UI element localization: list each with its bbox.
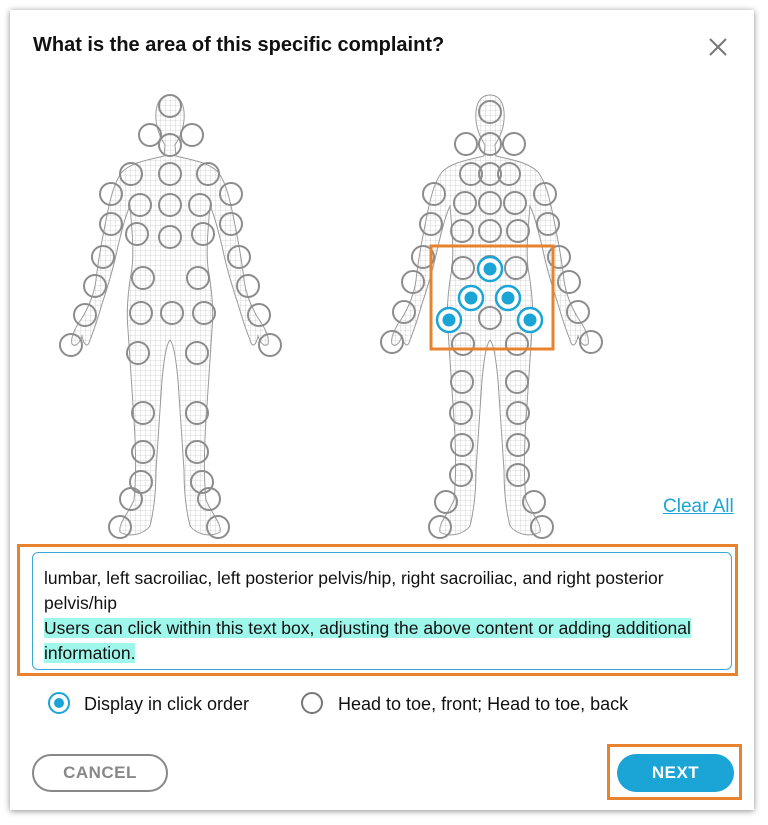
radio-click-order-label: Display in click order: [84, 694, 250, 714]
annotation-note: Users can click within this text box, ad…: [44, 618, 691, 663]
selected-region-marker[interactable]: [494, 284, 522, 312]
front-body-figure: [59, 94, 282, 539]
selected-region-marker[interactable]: [476, 255, 504, 283]
complaint-area-dialog: What is the area of this specific compla…: [10, 10, 754, 810]
back-body-figure: [380, 94, 603, 539]
next-button[interactable]: NEXT: [617, 754, 734, 792]
body-map: [10, 90, 754, 550]
selected-region-marker[interactable]: [435, 306, 463, 334]
close-icon[interactable]: [705, 34, 731, 60]
clear-all-link[interactable]: Clear All: [663, 496, 734, 518]
cancel-button[interactable]: CANCEL: [32, 754, 168, 792]
radio-click-order[interactable]: [48, 692, 70, 714]
dialog-title: What is the area of this specific compla…: [33, 34, 445, 56]
complaint-text-area[interactable]: lumbar, left sacroiliac, left posterior …: [32, 552, 732, 670]
complaint-text-content: lumbar, left sacroiliac, left posterior …: [44, 568, 664, 613]
radio-head-to-toe[interactable]: [301, 692, 323, 714]
sort-options: Display in click order Head to toe, fron…: [10, 692, 754, 722]
radio-head-to-toe-label: Head to toe, front; Head to toe, back: [338, 694, 629, 714]
selected-region-marker[interactable]: [457, 284, 485, 312]
selected-region-marker[interactable]: [516, 306, 544, 334]
